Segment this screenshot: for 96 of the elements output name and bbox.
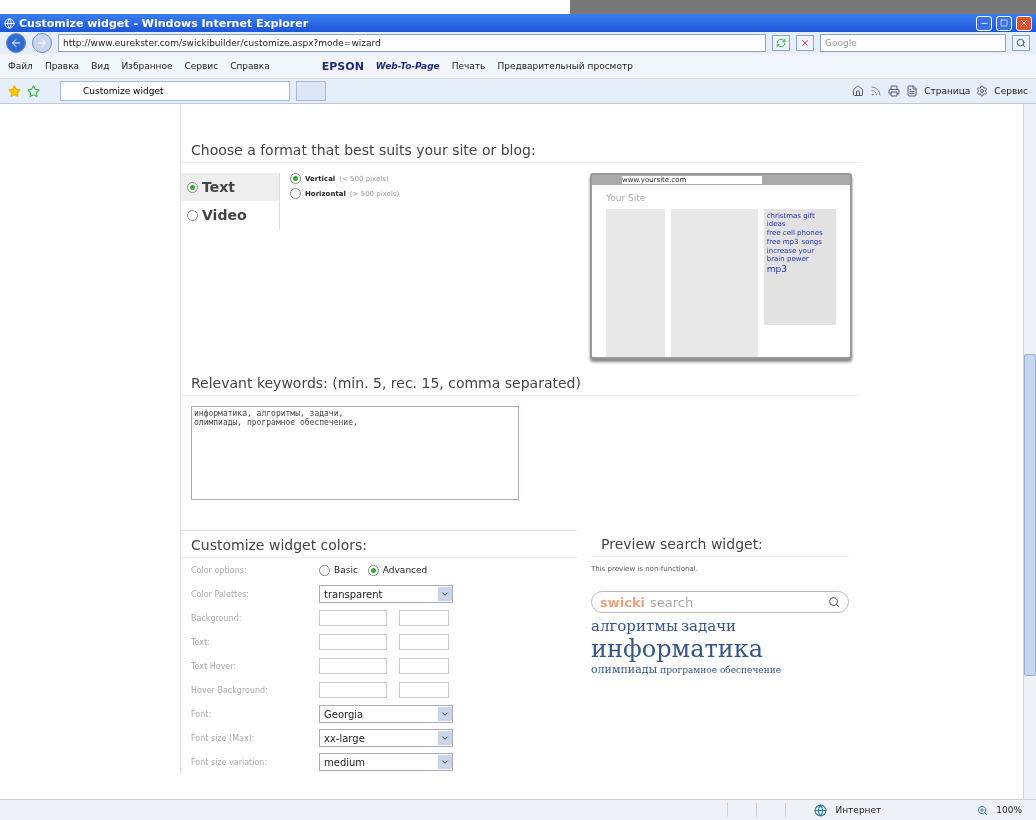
radio-button[interactable] [290, 173, 301, 184]
menu-item[interactable]: Избранное [121, 61, 173, 71]
add-favorite-icon[interactable] [27, 84, 40, 98]
globe-icon [814, 803, 828, 817]
field-label: Font: [191, 709, 213, 719]
close-icon [1019, 18, 1029, 28]
back-arrow-icon [10, 37, 22, 49]
field-label: Text Hover: [191, 661, 238, 671]
tag-link[interactable]: информатика [591, 635, 764, 663]
menu-item[interactable]: Файл [8, 61, 33, 71]
field-label: Text: [191, 637, 211, 647]
keywords-field[interactable]: информатика, алгоритмы, задачи, олимпиады, програмное обеспечение, [191, 406, 519, 500]
stop-button[interactable] [796, 35, 814, 51]
page-menu[interactable]: Страница [924, 86, 971, 96]
chevron-down-icon [438, 707, 452, 721]
scrollbar[interactable] [1023, 104, 1036, 799]
chevron-down-icon [438, 731, 452, 745]
dropdown[interactable]: Georgia [319, 705, 453, 723]
search-icon[interactable] [828, 596, 840, 608]
radio-button[interactable] [187, 181, 198, 193]
section-heading: Relevant keywords: (min. 5, rec. 15, comma separated) [181, 369, 861, 396]
maximize-button[interactable] [996, 15, 1012, 31]
close-button[interactable] [1016, 15, 1032, 31]
refresh-button[interactable] [772, 35, 790, 51]
dropdown[interactable]: xx-large [319, 729, 453, 747]
color-field[interactable] [399, 634, 449, 650]
tag-link[interactable]: алгоритмы [591, 617, 678, 635]
format-label: Text [202, 179, 235, 195]
radio-button[interactable] [367, 564, 379, 576]
search-icon [1016, 38, 1026, 48]
menu-item[interactable]: Справка [230, 61, 270, 71]
menu-item[interactable]: Сервис [184, 61, 219, 71]
tools-menu[interactable]: Сервис [994, 86, 1028, 96]
field-label: Background: [191, 613, 243, 623]
radio-option[interactable]: Basic [319, 564, 358, 576]
color-field[interactable] [319, 634, 387, 650]
new-tab-button[interactable] [296, 81, 326, 101]
field-label: Color Palettes: [191, 589, 250, 599]
tag-link[interactable]: програмное обеспечение [660, 665, 781, 675]
window-title: Customize widget - Windows Internet Explorer [19, 16, 310, 30]
radio-option[interactable]: Advanced [367, 564, 428, 576]
chevron-down-icon [438, 587, 452, 601]
maximize-icon [1000, 19, 1008, 27]
browser-tab[interactable]: Customize widget [60, 81, 290, 101]
menu-item[interactable]: Правка [44, 61, 80, 71]
widget-logo: swicki [600, 594, 645, 610]
web-to-page-button[interactable]: Web-To-Page [375, 61, 440, 71]
favorites-icon[interactable] [8, 84, 21, 98]
field-label: Hover Background: [191, 685, 269, 695]
section-heading: Customize widget colors: [181, 531, 577, 558]
color-field[interactable] [399, 658, 449, 674]
section-heading: Choose a format that best suits your site or blog: [181, 136, 861, 163]
back-button[interactable] [6, 33, 26, 53]
radio-button[interactable] [319, 564, 330, 576]
chevron-down-icon [438, 755, 452, 769]
print-icon[interactable] [888, 85, 901, 97]
ie-icon [4, 17, 15, 29]
zone-label: Интернет [835, 805, 882, 815]
epson-logo: EPSON [321, 59, 364, 73]
preview-button[interactable]: Предварительный просмотр [497, 61, 633, 71]
refresh-icon [776, 38, 786, 48]
mockup-title: Your Site [605, 192, 647, 205]
home-icon[interactable] [852, 85, 865, 97]
section-heading: Preview search widget: [591, 530, 849, 557]
minimize-button[interactable] [976, 15, 992, 31]
color-field[interactable] [399, 610, 449, 626]
format-option[interactable]: Video [181, 201, 279, 229]
color-field[interactable] [399, 682, 449, 698]
print-button[interactable]: Печать [451, 61, 486, 71]
search-placeholder: search [650, 594, 695, 610]
forward-arrow-icon [36, 37, 48, 49]
search-button[interactable] [1012, 35, 1030, 51]
field-label: Color options: [191, 565, 248, 575]
tools-icon[interactable] [976, 85, 989, 97]
radio-button[interactable] [290, 188, 301, 199]
address-field[interactable]: http://www.eurekster.com/swickibuilder/customize.aspx?mode=wizard [58, 34, 766, 52]
page-icon[interactable] [906, 85, 919, 97]
tag-link[interactable]: олимпиады [591, 663, 658, 676]
field-label: Font size (Max): [191, 733, 256, 743]
format-label: Video [202, 207, 247, 223]
radio-button[interactable] [187, 209, 198, 221]
dropdown[interactable]: medium [319, 753, 453, 771]
dropdown[interactable]: transparent [319, 585, 453, 603]
forward-button[interactable] [32, 33, 52, 53]
field-label: Font size variation: [191, 757, 269, 767]
color-field[interactable] [319, 658, 387, 674]
format-option[interactable]: Text [181, 173, 279, 201]
menu-item[interactable]: Вид [91, 61, 110, 71]
feeds-icon[interactable] [870, 85, 883, 97]
zoom-icon[interactable] [977, 804, 989, 816]
color-field[interactable] [319, 610, 387, 626]
stop-icon [800, 38, 810, 48]
color-field[interactable] [319, 682, 387, 698]
tag-link[interactable]: задачи [680, 617, 737, 635]
mockup-tag: mp3 [766, 264, 787, 274]
zoom-level[interactable]: 100% [996, 805, 1022, 815]
